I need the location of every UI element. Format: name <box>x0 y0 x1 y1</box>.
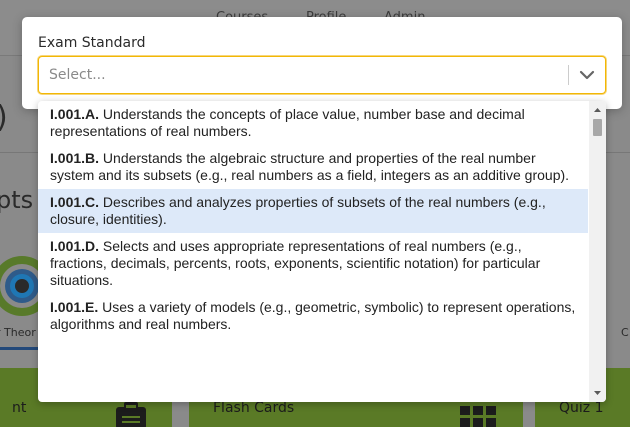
scroll-down-arrow-icon[interactable] <box>589 386 606 400</box>
chevron-down-icon[interactable] <box>579 68 595 82</box>
option-code: I.001.D. <box>50 238 100 254</box>
exam-standard-modal: Exam Standard Select... <box>22 17 622 109</box>
menu-scrollbar[interactable] <box>589 101 606 402</box>
option-text: Understands the algebraic structure and … <box>50 150 570 183</box>
card-label: nt <box>12 400 27 416</box>
exam-standard-select[interactable]: Select... <box>38 56 606 94</box>
menu-options-list: I.001.A. Understands the concepts of pla… <box>38 101 588 338</box>
menu-option[interactable]: I.001.B. Understands the algebraic struc… <box>38 145 588 189</box>
scroll-up-arrow-icon[interactable] <box>589 103 606 117</box>
option-code: I.001.B. <box>50 150 100 166</box>
option-text: Understands the concepts of place value,… <box>50 106 525 139</box>
card-label: Flash Cards <box>213 400 295 416</box>
exam-standard-label: Exam Standard <box>38 35 146 51</box>
menu-option[interactable]: I.001.D. Selects and uses appropriate re… <box>38 233 588 294</box>
select-placeholder: Select... <box>49 67 106 83</box>
option-code: I.001.C. <box>50 194 100 210</box>
exam-standard-menu: I.001.A. Understands the concepts of pla… <box>38 101 606 402</box>
scrollbar-thumb[interactable] <box>593 119 602 136</box>
menu-option[interactable]: I.001.E. Uses a variety of models (e.g.,… <box>38 294 588 338</box>
clipboard-icon <box>116 402 146 427</box>
tab-theory-partial[interactable]: r Theor <box>0 326 36 339</box>
option-text: Describes and analyzes properties of sub… <box>50 194 546 227</box>
tab-partial-right[interactable]: C <box>621 326 629 339</box>
menu-option[interactable]: I.001.A. Understands the concepts of pla… <box>38 101 588 145</box>
option-code: I.001.A. <box>50 106 100 122</box>
menu-option-focused[interactable]: I.001.C. Describes and analyzes properti… <box>38 189 588 233</box>
grid-icon <box>460 406 496 427</box>
card-label: Quiz 1 <box>559 400 604 416</box>
partial-section-heading: pts <box>0 186 34 214</box>
option-code: I.001.E. <box>50 299 99 315</box>
option-text: Uses a variety of models (e.g., geometri… <box>50 299 576 332</box>
partial-title-paren: ) <box>0 100 8 135</box>
select-indicator-separator <box>568 65 569 85</box>
option-text: Selects and uses appropriate representat… <box>50 238 541 288</box>
